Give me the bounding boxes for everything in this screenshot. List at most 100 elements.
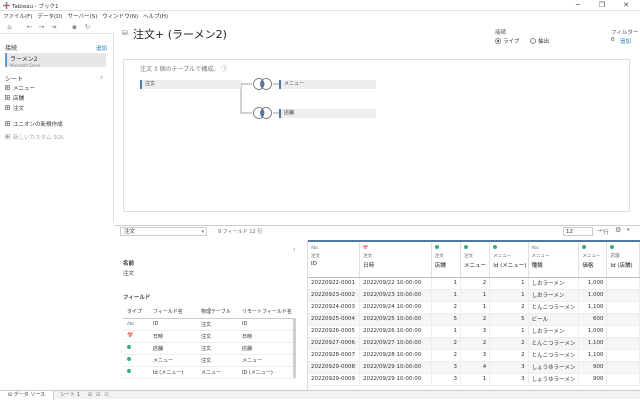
datasource-title[interactable]: 注文+ (ラーメン2) [133,26,227,42]
column-source-table: 注文 [464,254,473,259]
field-name[interactable]: Id (メニュー) [149,366,197,379]
toolbar: ⌂ ← → ⇥ ▪ ↻ [0,20,115,34]
grid-cell: 20220928-0007 [308,349,361,362]
grid-column-header[interactable]: 注文 メニュー [460,240,491,278]
physical-table: 注文 [197,342,238,355]
add-filter-link[interactable]: 追加 [620,37,631,45]
connection-item[interactable]: ラーメン2 Microsoft Excel [5,53,106,68]
new-sheet-icon[interactable]: ⊞ [86,392,94,398]
arrow-right-icon[interactable]: → [597,227,602,234]
grid-column-header[interactable]: メニュー 価格 [578,240,608,278]
field-name[interactable]: 日時 [149,330,197,343]
new-union-item[interactable]: ユニオンの新規作成 [5,119,105,128]
col-type[interactable]: タイプ [123,305,149,319]
sheet-item-menu[interactable]: メニュー [5,83,105,92]
restore-button[interactable]: ❐ [592,1,612,10]
grid-cell: 1 [489,289,529,302]
grid-column-header[interactable]: メニュー Id (メニュー) [489,240,529,278]
tab-datasource[interactable]: ⛁ データ ソース [0,390,55,400]
sheet-item-order[interactable]: 注文 [5,103,105,112]
number-type-icon[interactable] [434,245,460,252]
fields-scrollbar[interactable] [293,318,296,378]
field-row[interactable]: メニュー 注文 メニュー [123,354,295,367]
grid-cell: 1,100 [578,301,608,314]
redo-icon[interactable]: ⇥ [49,23,58,31]
table-select[interactable]: 注文 ▾ [120,227,207,236]
radio-selected-icon [495,38,501,44]
grid-cell: 1 [460,301,491,314]
sheet-item-label: 店舗 [13,95,25,102]
number-type-icon[interactable] [127,369,131,373]
sheet-item-store[interactable]: 店舗 [5,93,105,102]
field-row[interactable]: 📅 日時 注文 日時 [123,330,295,343]
add-connection-link[interactable]: 追加 [96,44,107,52]
string-type-icon[interactable]: Abc [311,245,359,252]
inner-join-icon[interactable] [252,107,273,119]
new-story-icon[interactable]: ⊡ [102,392,110,398]
table-store[interactable]: 店舗 [279,109,376,118]
rows-label: 行 [603,230,609,236]
grid-cell: 2 [431,337,462,350]
minimize-button[interactable]: ─ [568,1,588,10]
field-name[interactable]: 店舗 [149,342,197,355]
physical-table: メニュー [197,366,238,379]
grid-cell: しおラーメン [528,277,580,290]
col-field-name[interactable]: フィールド名 [149,305,197,319]
chevron-down-icon: ▾ [201,229,204,235]
grid-cell: しおラーメン [528,289,580,302]
grid-cell: 900 [578,361,608,374]
column-name: Id (メニュー) [493,263,527,269]
collapse-chevron-icon[interactable]: ‹ [293,246,295,253]
physical-table: 注文 [197,318,238,331]
chevron-down-icon[interactable]: ▾ [627,227,630,233]
menu-data[interactable]: データ(D) [37,12,62,20]
column-name: 店舗 [434,263,446,269]
extract-radio[interactable]: 抽出 [530,37,549,45]
grid-cell: 1,000 [578,325,608,338]
number-type-icon[interactable] [464,245,489,252]
table-order[interactable]: 注文 [140,80,241,89]
field-row[interactable]: Id (メニュー) メニュー ID (メニュー) [123,366,295,379]
datetime-type-icon[interactable]: 📅 [363,245,431,252]
grid-column-header[interactable]: 📅 注文 日時 [359,240,432,278]
grid-column-header[interactable]: 店舗 Id (店舗) [606,240,640,278]
grid-cell: 2 [489,337,529,350]
forward-arrow-icon[interactable]: → [37,23,46,31]
menu-file[interactable]: ファイル(F) [3,12,32,20]
grid-column-header[interactable]: Abc メニュー 種類 [528,240,580,278]
string-type-icon[interactable]: Abc [532,245,579,252]
grid-cell: しょうゆラーメン [528,373,580,386]
col-physical-table[interactable]: 物理テーブル [197,305,238,319]
number-type-icon[interactable] [127,345,131,349]
search-sheets-icon[interactable]: ⌕ [100,74,103,82]
refresh-icon[interactable]: ↻ [83,23,92,31]
new-dashboard-icon[interactable]: ⊟ [94,392,102,398]
string-type-icon[interactable]: Abc [127,321,134,326]
grid-column-header[interactable]: Abc 注文 ID [308,240,361,278]
menu-help[interactable]: ヘルプ(H) [143,12,168,20]
close-button[interactable]: ✕ [616,1,636,10]
field-name[interactable]: メニュー [149,354,197,367]
gear-icon[interactable]: ⚙ [615,226,621,234]
rows-input[interactable]: 12 [563,227,593,236]
tableau-home-icon[interactable]: ⌂ [5,23,14,31]
menu-server[interactable]: サーバー(S) [68,12,98,20]
live-radio[interactable]: ライブ [495,37,520,45]
save-icon[interactable]: ▪ [70,23,79,31]
number-type-icon[interactable] [610,245,639,252]
col-remote-field[interactable]: リモートフィールド名 [238,305,295,319]
tab-sheet-1[interactable]: シート 1 [54,391,86,400]
number-type-icon[interactable] [127,357,131,361]
inner-join-icon[interactable] [252,78,273,90]
grid-column-header[interactable]: 注文 店舗 [431,240,462,278]
menu-window[interactable]: ウィンドウ(N) [102,12,138,20]
datetime-type-icon[interactable]: 📅 [127,333,133,339]
number-type-icon[interactable] [493,245,527,252]
field-row[interactable]: 店舗 注文 店舗 [123,342,295,355]
number-type-icon[interactable] [582,245,606,252]
field-row[interactable]: Abc ID 注文 ID [123,318,295,331]
new-custom-sql-item[interactable]: 新しいカスタム SQL [5,132,105,141]
back-arrow-icon[interactable]: ← [25,23,34,31]
field-name[interactable]: ID [149,318,197,331]
table-menu[interactable]: メニュー [279,80,376,89]
